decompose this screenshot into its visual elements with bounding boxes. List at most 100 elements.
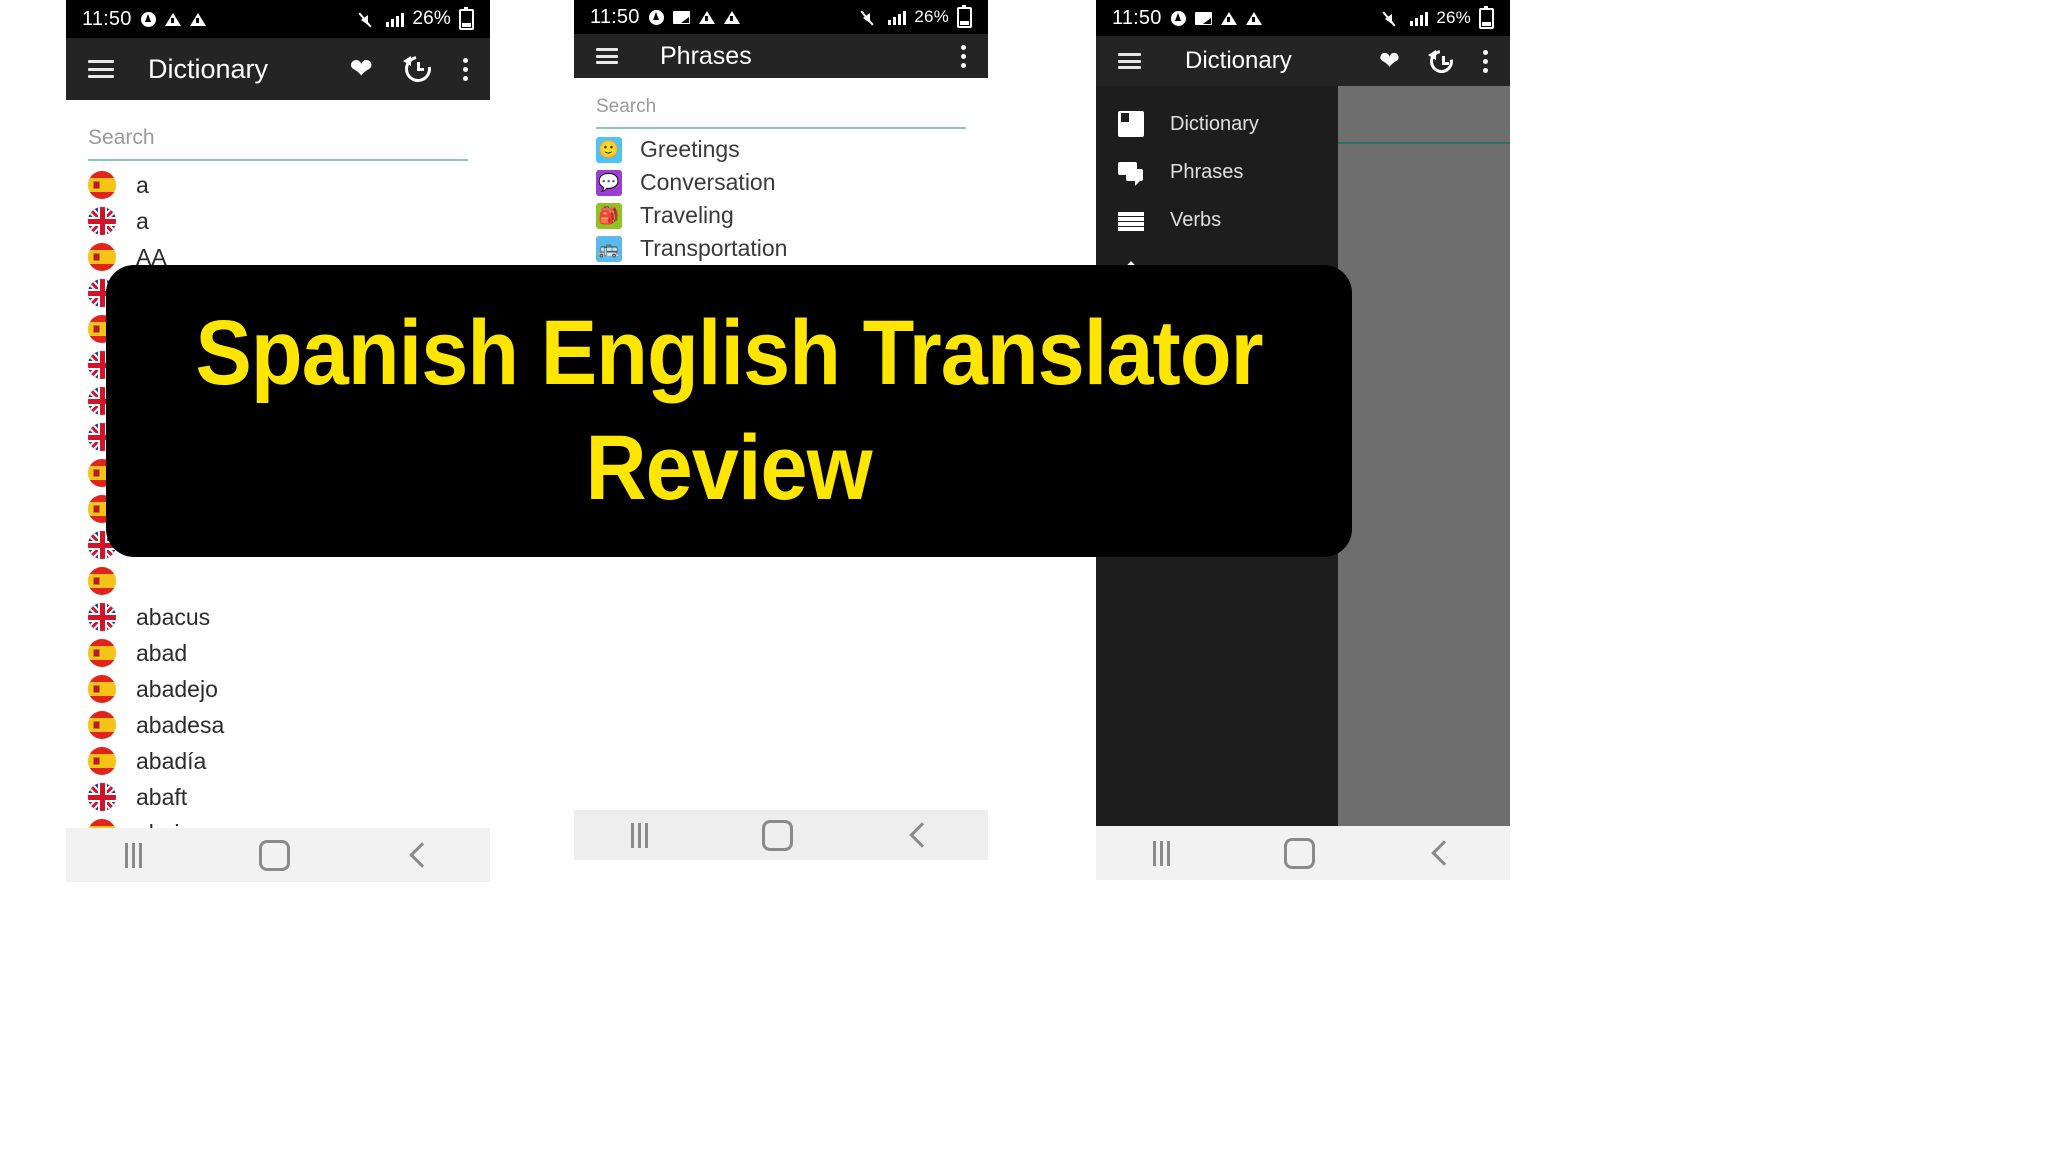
spain-flag-icon (88, 243, 116, 271)
spain-flag-icon (88, 747, 116, 775)
mute-icon (1382, 10, 1402, 27)
status-bar: 11:50 26% (66, 0, 490, 38)
drawer-item-verbs[interactable]: Verbs (1096, 196, 1338, 244)
uk-flag-icon (88, 783, 116, 811)
backpack-icon: 🎒 (596, 202, 622, 229)
overlay-title-line-1: Spanish English Translator (195, 302, 1263, 404)
search-area: Search (574, 78, 988, 129)
dictionary-word-row[interactable]: abadejo (66, 671, 490, 707)
status-bar-right: 26% (358, 6, 474, 30)
system-nav-bar (1096, 826, 1510, 880)
phrase-category-row[interactable]: 💬 Conversation (574, 166, 988, 199)
dictionary-word-row[interactable]: abad (66, 635, 490, 671)
dictionary-word-row[interactable]: abadía (66, 743, 490, 779)
system-nav-bar (574, 810, 988, 860)
dictionary-word-row[interactable]: a (66, 203, 490, 239)
warning-icon (189, 12, 206, 26)
dictionary-word-label: abaft (136, 783, 188, 810)
back-button[interactable] (409, 842, 436, 868)
overflow-menu-icon[interactable] (463, 57, 468, 81)
signal-icon (888, 10, 907, 25)
search-underline (596, 127, 966, 129)
screenshot-icon (672, 10, 690, 24)
speech-bubble-icon: 💬 (596, 169, 622, 196)
app-bar: Phrases (574, 34, 988, 78)
page-title: Dictionary (1185, 47, 1292, 74)
spain-flag-icon (88, 675, 116, 703)
alarm-icon (140, 11, 156, 27)
back-button[interactable] (909, 822, 935, 848)
dictionary-word-label: abacus (136, 603, 211, 630)
home-button[interactable] (258, 839, 290, 871)
hamburger-icon[interactable] (1118, 53, 1141, 69)
home-button[interactable] (762, 819, 793, 851)
dictionary-word-label: a (136, 207, 149, 234)
phrase-category-row[interactable]: 🙂 Greetings (574, 133, 988, 166)
drawer-item-label: Phrases (1170, 160, 1244, 183)
mute-icon (358, 11, 378, 28)
search-input[interactable]: Search (88, 126, 468, 161)
drawer-item-list[interactable]: Dictionary Phrases Verbs (1096, 86, 1338, 292)
history-icon[interactable] (1425, 44, 1458, 78)
dictionary-word-row[interactable]: abacus (66, 599, 490, 635)
spain-flag-icon (88, 711, 116, 739)
back-button[interactable] (1431, 840, 1457, 866)
dictionary-word-label: a (136, 171, 149, 198)
status-bar-left: 11:50 (82, 8, 206, 31)
search-underline (1338, 142, 1510, 144)
search-input[interactable]: Search (596, 96, 966, 129)
dictionary-word-row[interactable]: abaft (66, 779, 490, 815)
page-title: Phrases (660, 41, 752, 70)
screenshot-stage: 11:50 26% Dictionary ❤ Search a a AA aba… (0, 0, 2048, 1152)
overlay-title-line-2: Review (585, 417, 873, 519)
home-button[interactable] (1284, 837, 1315, 869)
hamburger-icon[interactable] (596, 48, 618, 64)
drawer-scrim[interactable] (1338, 86, 1510, 880)
overflow-menu-icon[interactable] (1483, 49, 1488, 73)
battery-icon (957, 4, 972, 28)
phrase-category-row[interactable]: 🚌 Transportation (574, 232, 988, 265)
recents-button[interactable] (1153, 840, 1170, 866)
spain-flag-icon (88, 567, 116, 595)
battery-icon (1479, 5, 1494, 29)
phrase-category-label: Conversation (640, 169, 776, 195)
history-icon[interactable] (399, 50, 437, 88)
battery-percent: 26% (1436, 8, 1471, 27)
chat-icon (1118, 159, 1144, 186)
status-bar: 11:50 26% (1096, 0, 1510, 36)
recents-button[interactable] (124, 842, 142, 868)
battery-percent: 26% (412, 8, 451, 29)
drawer-item-dictionary[interactable]: Dictionary (1096, 100, 1338, 148)
favorites-heart-icon[interactable]: ❤ (1379, 48, 1400, 74)
app-bar-actions (961, 44, 966, 68)
favorites-heart-icon[interactable]: ❤ (350, 55, 373, 83)
hamburger-icon[interactable] (88, 60, 114, 78)
drawer-item-phrases[interactable]: Phrases (1096, 148, 1338, 196)
page-title: Dictionary (148, 53, 269, 84)
title-overlay-banner: Spanish English Translator Review (106, 265, 1352, 557)
uk-flag-icon (88, 207, 116, 235)
status-bar-right: 26% (860, 4, 972, 28)
screenshot-icon (1194, 11, 1212, 25)
warning-icon (164, 12, 181, 26)
overflow-menu-icon[interactable] (961, 44, 966, 68)
dictionary-word-row[interactable] (66, 563, 490, 599)
status-time: 11:50 (590, 5, 640, 28)
battery-icon (459, 6, 474, 30)
dictionary-word-label: abadejo (136, 675, 218, 702)
search-area: Search (66, 100, 490, 161)
alarm-icon (1170, 10, 1186, 26)
dictionary-word-label: abad (136, 639, 188, 666)
dictionary-word-row[interactable]: a (66, 167, 490, 203)
warning-icon (723, 10, 740, 24)
dictionary-word-label: abadía (136, 747, 207, 774)
list-icon (1118, 211, 1144, 232)
status-bar-right: 26% (1382, 5, 1494, 29)
search-underline (88, 159, 468, 161)
drawer-item-label: Verbs (1170, 208, 1222, 231)
recents-button[interactable] (631, 822, 648, 848)
signal-icon (1410, 11, 1429, 26)
dictionary-word-row[interactable]: abadesa (66, 707, 490, 743)
phrase-category-row[interactable]: 🎒 Traveling (574, 199, 988, 232)
signal-icon (386, 12, 405, 27)
